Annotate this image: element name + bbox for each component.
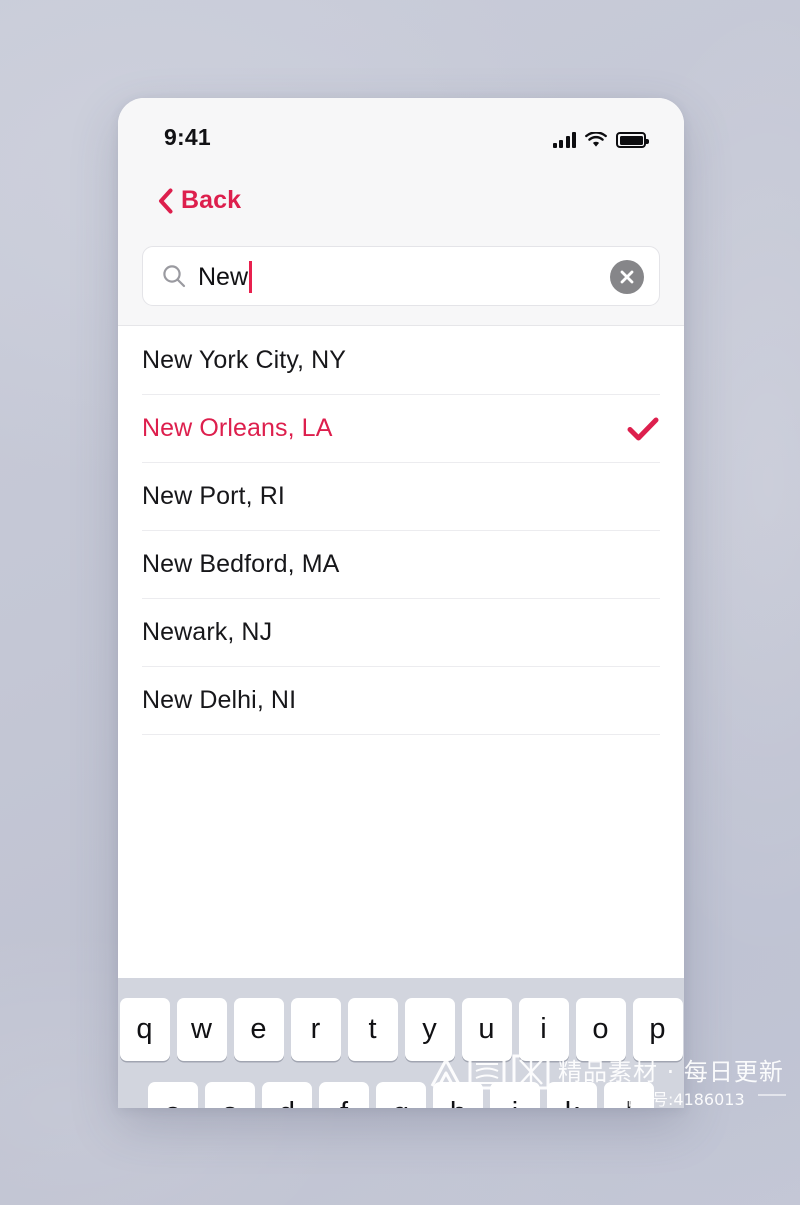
key-u[interactable]: u [461, 998, 512, 1061]
key-d[interactable]: d [262, 1082, 312, 1108]
keyboard-row-1[interactable]: qwertyuiop [118, 998, 684, 1061]
phone-mockup: 9:41 Back New New York City, NY New Orle… [118, 98, 684, 1108]
key-y[interactable]: y [404, 998, 455, 1061]
key-s[interactable]: s [205, 1082, 255, 1108]
key-k[interactable]: k [547, 1082, 597, 1108]
text-caret [249, 261, 252, 293]
checkmark-icon [627, 416, 659, 442]
key-f[interactable]: f [319, 1082, 369, 1108]
status-time: 9:41 [164, 124, 211, 150]
result-row[interactable]: New Orleans, LA [142, 395, 660, 463]
key-g[interactable]: g [376, 1082, 426, 1108]
result-row[interactable]: New Bedford, MA [142, 531, 660, 599]
back-button-label: Back [181, 186, 242, 214]
search-icon [161, 263, 187, 289]
key-l[interactable]: l [604, 1082, 654, 1108]
key-t[interactable]: t [347, 998, 398, 1061]
result-row-label: New York City, NY [142, 346, 347, 374]
back-button[interactable]: Back [158, 186, 241, 215]
wifi-icon [585, 131, 607, 148]
keyboard-row-2[interactable]: asdfghjkl [118, 1082, 684, 1108]
key-h[interactable]: h [433, 1082, 483, 1108]
result-row[interactable]: New Port, RI [142, 463, 660, 531]
status-bar: 9:41 [118, 98, 684, 160]
result-row-label: Newark, NJ [142, 618, 273, 646]
key-e[interactable]: e [233, 998, 284, 1061]
battery-icon [616, 132, 649, 148]
key-p[interactable]: p [632, 998, 683, 1061]
onscreen-keyboard[interactable]: qwertyuiop asdfghjkl zxcvbnm [118, 978, 684, 1108]
key-q[interactable]: q [119, 998, 170, 1061]
key-o[interactable]: o [575, 998, 626, 1061]
key-r[interactable]: r [290, 998, 341, 1061]
search-results-list[interactable]: New York City, NY New Orleans, LA New Port… [118, 327, 684, 978]
result-row-label: New Port, RI [142, 482, 285, 510]
status-icons [552, 126, 649, 148]
close-icon [620, 270, 634, 284]
key-w[interactable]: w [176, 998, 227, 1061]
result-row-label: New Delhi, NI [142, 686, 297, 714]
result-row[interactable]: New York City, NY [142, 327, 660, 395]
screen-header: 9:41 Back New [118, 98, 684, 326]
signal-icon [552, 132, 576, 148]
key-j[interactable]: j [490, 1082, 540, 1108]
result-row[interactable]: New Delhi, NI [142, 667, 660, 735]
key-a[interactable]: a [148, 1082, 198, 1108]
result-row-label: New Bedford, MA [142, 550, 340, 578]
key-i[interactable]: i [518, 998, 569, 1061]
clear-search-button[interactable] [610, 260, 644, 294]
chevron-left-icon [158, 188, 173, 214]
search-field[interactable]: New [142, 246, 660, 306]
result-row-label: New Orleans, LA [142, 414, 333, 442]
search-input[interactable]: New [198, 261, 248, 293]
result-row[interactable]: Newark, NJ [142, 599, 660, 667]
